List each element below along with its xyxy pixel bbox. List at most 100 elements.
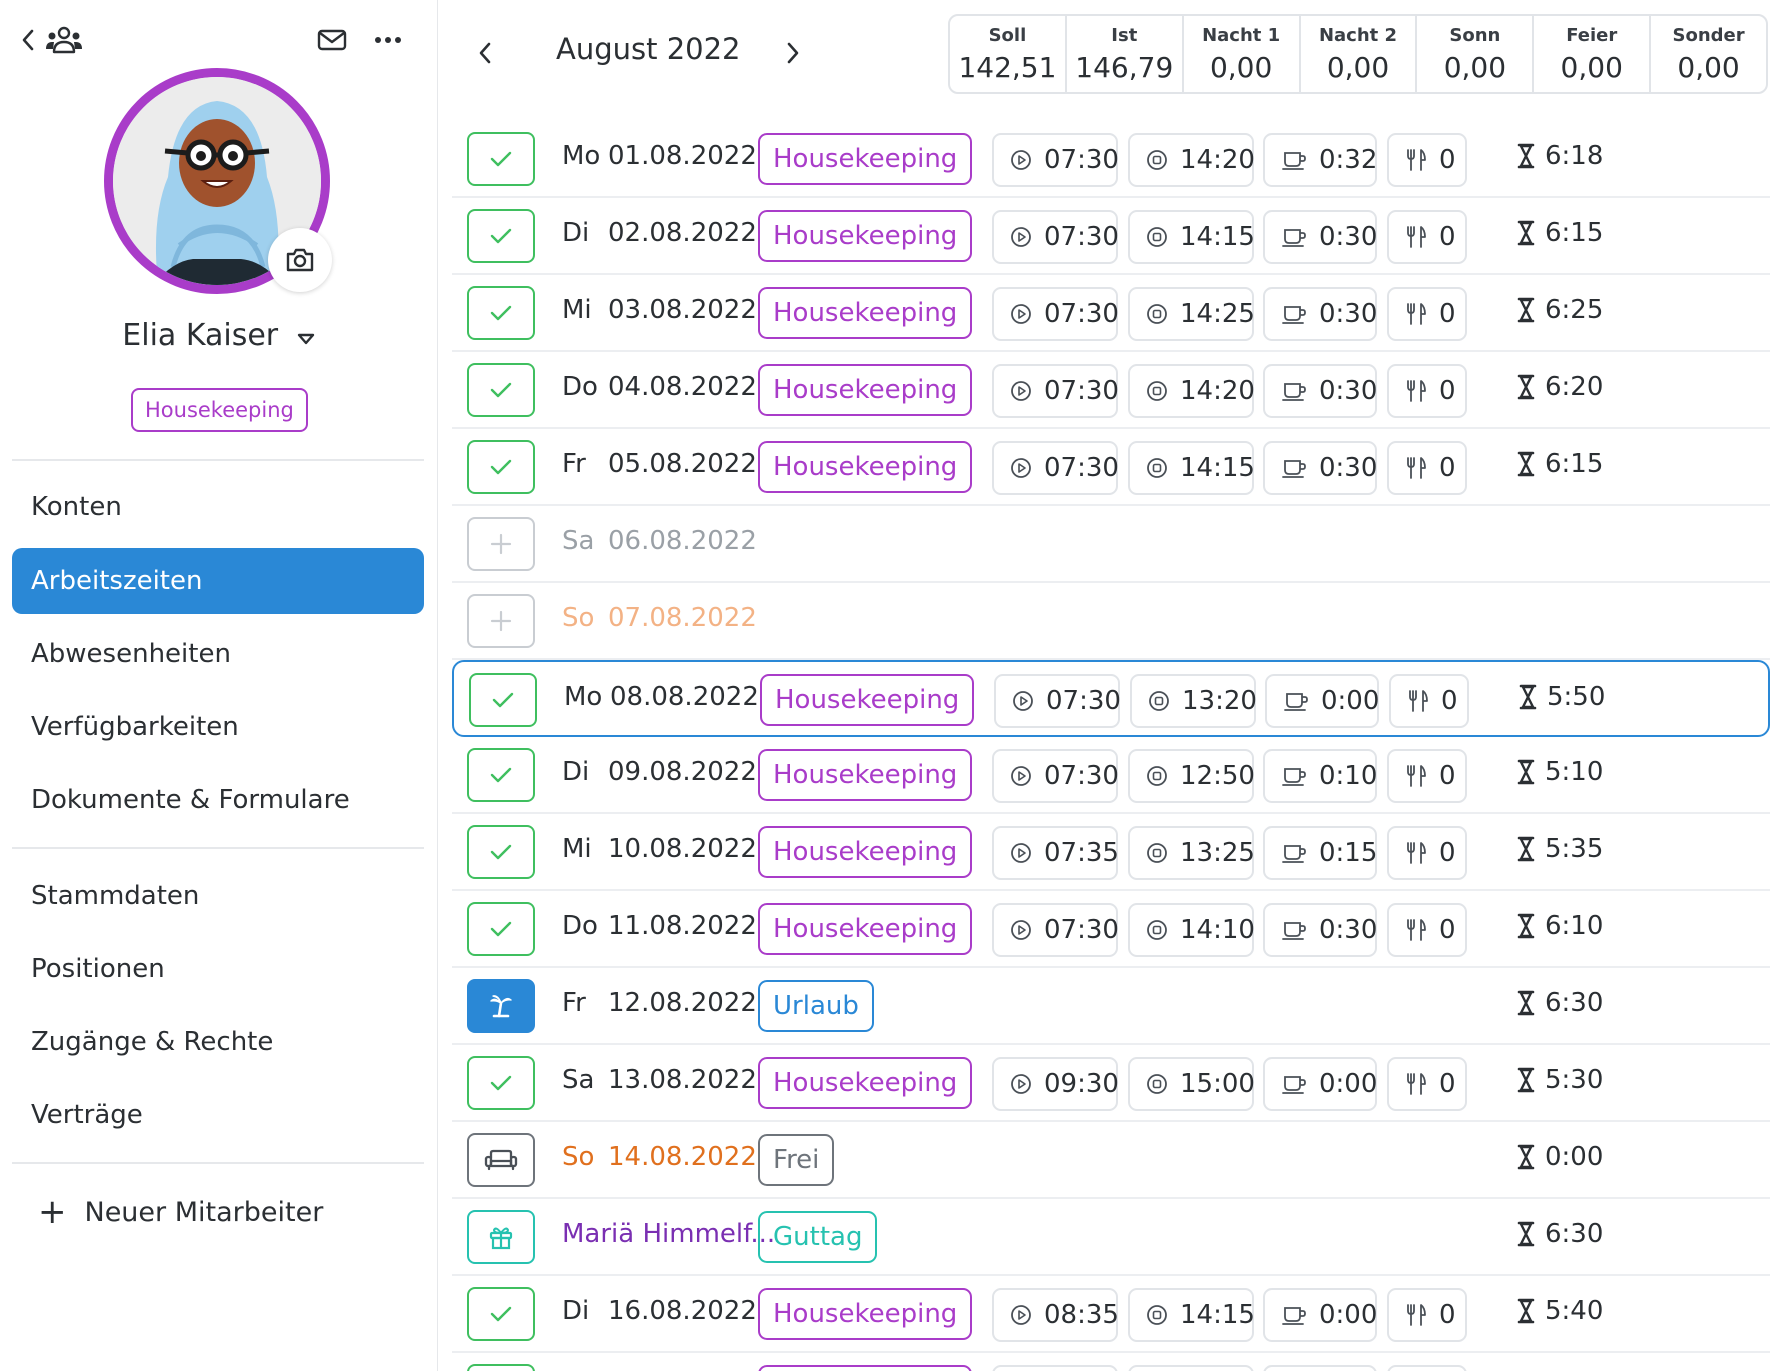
sidebar-item-verfuegbarkeiten[interactable]: Verfügbarkeiten bbox=[12, 694, 424, 760]
meal-field[interactable]: 0 bbox=[1387, 749, 1467, 803]
table-row[interactable]: So 07.08.2022 bbox=[452, 583, 1770, 660]
end-time-field[interactable]: 12:50 bbox=[1128, 749, 1255, 803]
meal-field[interactable]: 0 bbox=[1387, 1365, 1467, 1371]
add-entry-button[interactable] bbox=[467, 517, 535, 571]
start-time-field[interactable]: 07:30 bbox=[992, 287, 1119, 341]
table-row[interactable]: Mi 03.08.2022 Housekeeping 07:30 14:25 0:30 0 6… bbox=[452, 275, 1770, 352]
shift-type-badge[interactable]: Housekeeping bbox=[758, 133, 973, 185]
start-time-field[interactable]: 08:35 bbox=[992, 1288, 1119, 1342]
start-time-field[interactable]: 09:30 bbox=[992, 1057, 1119, 1111]
message-button[interactable] bbox=[314, 20, 350, 60]
approved-status-button[interactable] bbox=[467, 440, 535, 494]
approved-status-button[interactable] bbox=[467, 209, 535, 263]
shift-type-badge[interactable]: Housekeeping bbox=[758, 749, 973, 801]
sidebar-item-konten[interactable]: Konten bbox=[12, 474, 424, 540]
end-time-field[interactable]: 14:20 bbox=[1128, 133, 1255, 187]
approved-status-button[interactable] bbox=[467, 363, 535, 417]
start-time-field[interactable]: 07:30 bbox=[992, 903, 1119, 957]
start-time-field[interactable]: 07:30 bbox=[992, 1365, 1118, 1371]
start-time-field[interactable]: 07:30 bbox=[992, 210, 1119, 264]
break-field[interactable]: 0:10 bbox=[1263, 749, 1377, 803]
start-time-field[interactable]: 07:30 bbox=[994, 674, 1121, 728]
end-time-field[interactable]: 14:25 bbox=[1128, 287, 1255, 341]
new-employee-button[interactable]: + Neuer Mitarbeiter bbox=[38, 1188, 323, 1236]
table-row[interactable]: Fr 05.08.2022 Housekeeping 07:30 14:15 0:30 0 6… bbox=[452, 429, 1770, 506]
table-row[interactable]: Mi 10.08.2022 Housekeeping 07:35 13:25 0:15 0 5… bbox=[452, 814, 1770, 891]
end-time-field[interactable]: 14:15 bbox=[1128, 210, 1255, 264]
table-row[interactable]: Do 11.08.2022 Housekeeping 07:30 14:10 0:30 0 6… bbox=[452, 891, 1770, 968]
meal-field[interactable]: 0 bbox=[1387, 364, 1467, 418]
end-time-field[interactable]: 13:20 bbox=[1130, 674, 1257, 728]
start-time-field[interactable]: 07:30 bbox=[992, 749, 1119, 803]
shift-type-badge[interactable]: Housekeeping bbox=[758, 210, 973, 262]
start-time-field[interactable]: 07:35 bbox=[992, 826, 1119, 880]
table-row[interactable]: Mo 08.08.2022 Housekeeping 07:30 13:20 0:00 0 5… bbox=[452, 660, 1770, 737]
break-field[interactable]: 0:00 bbox=[1263, 1288, 1377, 1342]
break-field[interactable]: 0:00 bbox=[1263, 1057, 1377, 1111]
approved-status-button[interactable] bbox=[467, 1056, 535, 1110]
sidebar-item-positionen[interactable]: Positionen bbox=[12, 936, 424, 1002]
sidebar-item-stammdaten[interactable]: Stammdaten bbox=[12, 863, 424, 929]
shift-type-badge[interactable]: Housekeeping bbox=[758, 364, 973, 416]
sidebar-item-zugaenge-rechte[interactable]: Zugänge & Rechte bbox=[12, 1009, 424, 1075]
change-photo-button[interactable] bbox=[268, 228, 332, 292]
sidebar-item-vertraege[interactable]: Verträge bbox=[12, 1082, 424, 1148]
shift-type-badge[interactable]: Housekeeping bbox=[758, 1365, 973, 1371]
user-name-dropdown[interactable]: Elia Kaiser bbox=[0, 318, 438, 354]
shift-type-badge[interactable]: Housekeeping bbox=[758, 441, 973, 493]
meal-field[interactable]: 0 bbox=[1387, 903, 1467, 957]
meal-field[interactable]: 0 bbox=[1387, 287, 1467, 341]
break-field[interactable]: 0:30 bbox=[1263, 210, 1377, 264]
approved-status-button[interactable] bbox=[467, 1287, 535, 1341]
end-time-field[interactable]: 15:00 bbox=[1128, 1057, 1255, 1111]
approved-status-button[interactable] bbox=[467, 286, 535, 340]
shift-type-badge[interactable]: Frei bbox=[758, 1134, 835, 1186]
break-field[interactable]: 0:30 bbox=[1263, 287, 1377, 341]
table-row[interactable]: Di 09.08.2022 Housekeeping 07:30 12:50 0:10 0 5… bbox=[452, 737, 1770, 814]
start-time-field[interactable]: 07:30 bbox=[992, 364, 1119, 418]
break-field[interactable]: 0:00 bbox=[1265, 674, 1379, 728]
meal-field[interactable]: 0 bbox=[1387, 210, 1467, 264]
meal-field[interactable]: 0 bbox=[1387, 1057, 1467, 1111]
break-field[interactable]: 0:30 bbox=[1263, 441, 1377, 495]
table-row[interactable]: Do 04.08.2022 Housekeeping 07:30 14:20 0:30 0 6… bbox=[452, 352, 1770, 429]
employees-button[interactable] bbox=[44, 20, 84, 60]
start-time-field[interactable]: 07:30 bbox=[992, 441, 1119, 495]
end-time-field[interactable]: 14:15 bbox=[1128, 1288, 1255, 1342]
break-field[interactable]: 0:30 bbox=[1263, 1365, 1377, 1371]
vacation-status-button[interactable] bbox=[467, 979, 535, 1033]
table-row[interactable]: Sa 06.08.2022 bbox=[452, 506, 1770, 583]
meal-field[interactable]: 0 bbox=[1387, 441, 1467, 495]
end-time-field[interactable]: 13:25 bbox=[1128, 826, 1255, 880]
table-row[interactable]: Mariä Himmelf... Guttag 6:30 bbox=[452, 1199, 1770, 1276]
start-time-field[interactable]: 07:30 bbox=[992, 133, 1119, 187]
break-field[interactable]: 0:32 bbox=[1263, 133, 1377, 187]
table-row[interactable]: Fr 12.08.2022 Urlaub 6:30 bbox=[452, 968, 1770, 1045]
end-time-field[interactable]: 14:20 bbox=[1128, 364, 1255, 418]
sidebar-item-abwesenheiten[interactable]: Abwesenheiten bbox=[12, 621, 424, 687]
end-time-field[interactable]: 14:00 bbox=[1128, 1365, 1254, 1371]
shift-type-badge[interactable]: Housekeeping bbox=[758, 287, 973, 339]
meal-field[interactable]: 0 bbox=[1387, 826, 1467, 880]
approved-status-button[interactable] bbox=[467, 902, 535, 956]
holiday-status-button[interactable] bbox=[467, 1210, 535, 1264]
table-row[interactable]: Sa 13.08.2022 Housekeeping 09:30 15:00 0:00 0 5… bbox=[452, 1045, 1770, 1122]
end-time-field[interactable]: 14:15 bbox=[1128, 441, 1255, 495]
meal-field[interactable]: 0 bbox=[1389, 674, 1469, 728]
meal-field[interactable]: 0 bbox=[1387, 133, 1467, 187]
sidebar-item-arbeitszeiten[interactable]: Arbeitszeiten bbox=[12, 548, 424, 614]
approved-status-button[interactable] bbox=[469, 673, 537, 727]
table-row[interactable]: Mo 01.08.2022 Housekeeping 07:30 14:20 0:32 0 6… bbox=[452, 121, 1770, 198]
table-row[interactable]: Di 02.08.2022 Housekeeping 07:30 14:15 0:30 0 6… bbox=[452, 198, 1770, 275]
sidebar-item-dokumente-formulare[interactable]: Dokumente & Formulare bbox=[12, 767, 424, 833]
break-field[interactable]: 0:15 bbox=[1263, 826, 1377, 880]
day-off-status-button[interactable] bbox=[467, 1133, 535, 1187]
approved-status-button[interactable] bbox=[467, 1364, 535, 1371]
shift-type-badge[interactable]: Urlaub bbox=[758, 980, 874, 1032]
table-row[interactable]: Mi17.08.2022Housekeeping07:3014:000:3006… bbox=[452, 1353, 1770, 1371]
approved-status-button[interactable] bbox=[467, 748, 535, 802]
meal-field[interactable]: 0 bbox=[1387, 1288, 1467, 1342]
more-button[interactable] bbox=[370, 20, 406, 60]
approved-status-button[interactable] bbox=[467, 132, 535, 186]
table-row[interactable]: Di 16.08.2022 Housekeeping 08:35 14:15 0:00 0 5… bbox=[452, 1276, 1770, 1353]
